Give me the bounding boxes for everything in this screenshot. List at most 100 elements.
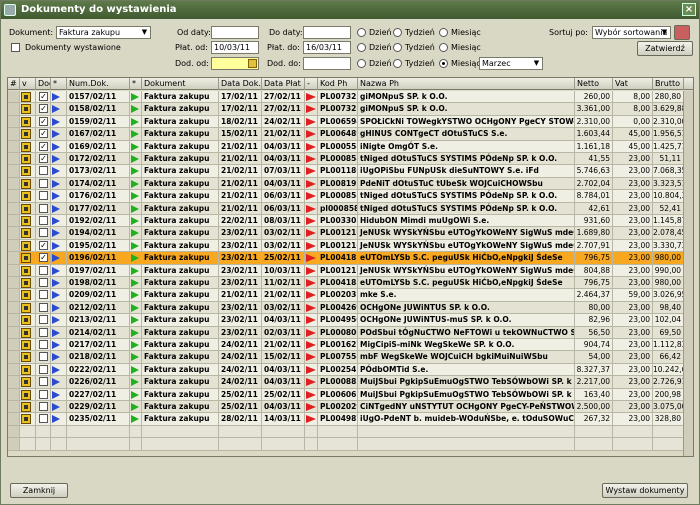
arrow-right-icon[interactable] <box>52 167 60 176</box>
arrow-right-icon[interactable] <box>52 117 60 126</box>
arrow-right-icon[interactable] <box>131 254 139 263</box>
table-row[interactable]: 0226/02/11 Faktura zakupu 24/02/11 04/03/11… <box>8 376 693 389</box>
arrow-right-icon[interactable] <box>306 279 316 287</box>
column-header[interactable]: Brutto <box>653 78 684 90</box>
radio-tydzien-1[interactable] <box>393 28 402 37</box>
column-header[interactable]: Data Płat <box>262 78 305 90</box>
document-icon[interactable] <box>21 414 31 425</box>
table-row[interactable]: 0212/02/11 Faktura zakupu 23/02/11 03/02/11… <box>8 301 693 315</box>
dodaj-checkbox[interactable]: ✓ <box>39 253 48 263</box>
dodaj-checkbox[interactable] <box>39 203 48 213</box>
arrow-right-icon[interactable] <box>306 241 316 250</box>
arrow-right-icon[interactable] <box>306 142 316 151</box>
table-row[interactable]: 0176/02/11 Faktura zakupu 21/02/11 06/03/11… <box>8 190 693 203</box>
table-row[interactable]: 0192/02/11 Faktura zakupu 22/02/11 08/03/11… <box>8 215 693 228</box>
od-daty-input[interactable] <box>211 26 259 39</box>
document-icon[interactable] <box>21 315 31 326</box>
table-row[interactable]: 0229/02/11 Faktura zakupu 25/02/11 04/03/11… <box>8 401 693 414</box>
dodaj-checkbox[interactable] <box>39 178 48 188</box>
table-row[interactable]: 0213/02/11 Faktura zakupu 23/02/11 04/03/11… <box>8 314 693 327</box>
arrow-right-icon[interactable] <box>306 254 316 263</box>
radio-dzien-2[interactable] <box>357 43 366 52</box>
document-icon[interactable] <box>21 302 31 313</box>
arrow-right-icon[interactable] <box>131 279 139 287</box>
arrow-right-icon[interactable] <box>52 179 60 188</box>
zamknij-button[interactable]: Zamknij <box>10 483 68 498</box>
arrow-right-icon[interactable] <box>131 155 139 163</box>
document-icon[interactable] <box>21 203 31 214</box>
arrow-right-icon[interactable] <box>131 341 139 349</box>
arrow-right-icon[interactable] <box>306 105 316 114</box>
arrow-right-icon[interactable] <box>52 254 60 263</box>
column-header[interactable]: Data Dok. <box>219 78 262 90</box>
arrow-right-icon[interactable] <box>52 266 60 275</box>
column-header[interactable]: Netto <box>575 78 613 90</box>
arrow-right-icon[interactable] <box>131 291 139 300</box>
arrow-right-icon[interactable] <box>131 353 139 362</box>
arrow-right-icon[interactable] <box>306 204 316 213</box>
arrow-right-icon[interactable] <box>131 167 139 176</box>
dokument-select[interactable]: Faktura zakupu ▼ <box>56 26 151 39</box>
document-icon[interactable] <box>21 129 31 140</box>
dodaj-checkbox[interactable] <box>39 302 48 312</box>
arrow-right-icon[interactable] <box>306 378 316 387</box>
dodaj-checkbox[interactable] <box>39 315 48 325</box>
arrow-right-icon[interactable] <box>52 192 60 201</box>
arrow-right-icon[interactable] <box>306 179 316 188</box>
column-header[interactable]: # <box>8 78 20 90</box>
vertical-scrollbar[interactable] <box>683 91 693 456</box>
arrow-right-icon[interactable] <box>52 155 60 163</box>
dodaj-checkbox[interactable]: ✓ <box>39 154 48 163</box>
arrow-right-icon[interactable] <box>131 229 139 238</box>
radio-tydzien-2[interactable] <box>393 43 402 52</box>
table-row[interactable]: 0227/02/11 Faktura zakupu 25/02/11 25/02/11… <box>8 388 693 401</box>
dod-od-input[interactable] <box>211 57 259 70</box>
arrow-right-icon[interactable] <box>306 217 316 225</box>
arrow-right-icon[interactable] <box>131 93 139 101</box>
radio-miesiac-1[interactable] <box>439 28 448 37</box>
arrow-right-icon[interactable] <box>306 403 316 411</box>
dodaj-checkbox[interactable] <box>39 290 48 300</box>
document-icon[interactable] <box>21 116 31 127</box>
document-icon[interactable] <box>21 265 31 276</box>
table-row[interactable]: 0235/02/11 Faktura zakupu 28/02/11 14/03/11… <box>8 413 693 426</box>
table-row[interactable]: ✓ 0158/02/11 Faktura zakupu 17/02/11 27/02/1… <box>8 103 693 116</box>
table-row[interactable]: 0218/02/11 Faktura zakupu 24/02/11 15/02/11… <box>8 351 693 364</box>
arrow-right-icon[interactable] <box>131 192 139 201</box>
dodaj-checkbox[interactable]: ✓ <box>39 116 48 126</box>
arrow-right-icon[interactable] <box>131 204 139 213</box>
dodaj-checkbox[interactable] <box>39 364 48 374</box>
dodaj-checkbox[interactable] <box>39 352 48 362</box>
dodaj-checkbox[interactable] <box>39 340 48 349</box>
arrow-right-icon[interactable] <box>131 266 139 275</box>
radio-dzien-3[interactable] <box>357 59 366 68</box>
radio-miesiac-2[interactable] <box>439 43 448 52</box>
arrow-right-icon[interactable] <box>306 93 316 101</box>
dodaj-checkbox[interactable]: ✓ <box>39 141 48 151</box>
calculator-icon[interactable] <box>674 25 690 40</box>
document-icon[interactable] <box>21 104 31 115</box>
miesiac-select[interactable]: Marzec ▼ <box>479 57 543 70</box>
document-icon[interactable] <box>21 352 31 363</box>
arrow-right-icon[interactable] <box>306 390 316 399</box>
arrow-right-icon[interactable] <box>131 316 139 325</box>
table-row[interactable]: ✓ 0172/02/11 Faktura zakupu 21/02/11 04/03/1… <box>8 153 693 166</box>
document-icon[interactable] <box>21 402 31 412</box>
arrow-right-icon[interactable] <box>52 365 60 374</box>
column-header[interactable]: v <box>20 78 36 90</box>
do-daty-input[interactable] <box>303 26 351 39</box>
arrow-right-icon[interactable] <box>52 217 60 225</box>
document-icon[interactable] <box>21 92 31 102</box>
document-icon[interactable] <box>21 240 31 251</box>
dodaj-checkbox[interactable] <box>39 414 48 424</box>
document-icon[interactable] <box>21 228 31 239</box>
arrow-right-icon[interactable] <box>306 192 316 201</box>
arrow-right-icon[interactable] <box>306 316 316 325</box>
dokumenty-wystawione-checkbox[interactable] <box>11 43 20 52</box>
arrow-right-icon[interactable] <box>131 117 139 126</box>
arrow-right-icon[interactable] <box>52 291 60 300</box>
dodaj-checkbox[interactable] <box>39 377 48 387</box>
table-row[interactable]: ✓ 0159/02/11 Faktura zakupu 18/02/11 24/02/1… <box>8 115 693 129</box>
table-row[interactable]: 0177/02/11 Faktura zakupu 21/02/11 06/03/11… <box>8 202 693 215</box>
arrow-right-icon[interactable] <box>131 390 139 399</box>
